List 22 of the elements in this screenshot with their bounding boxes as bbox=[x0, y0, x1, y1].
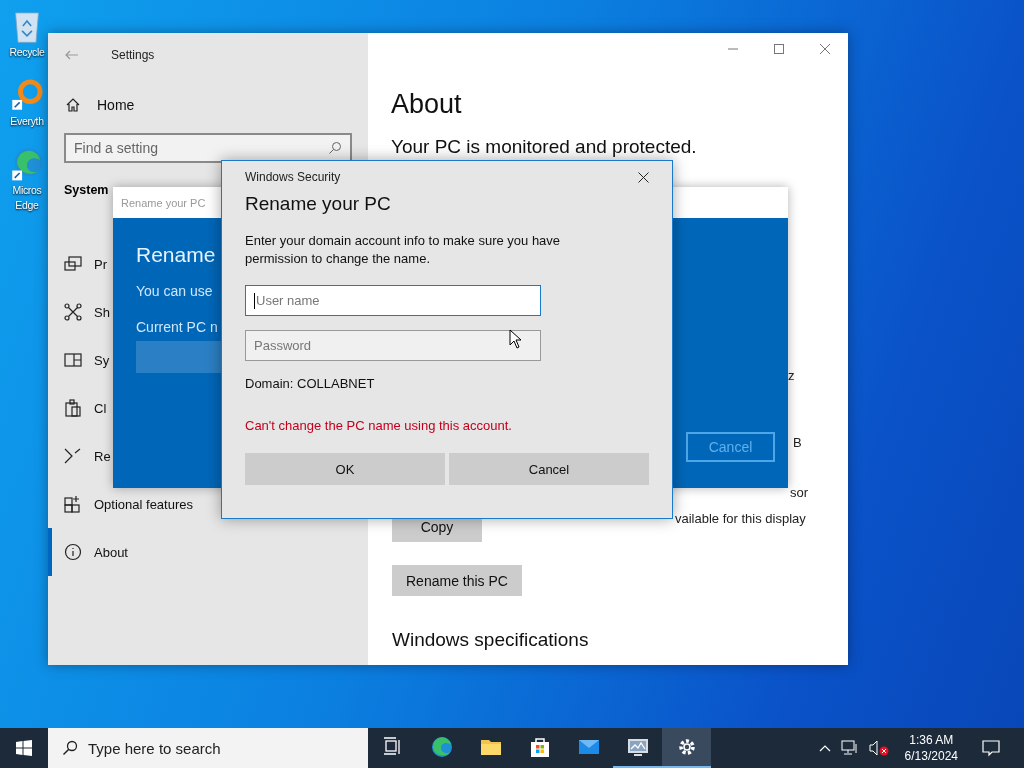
info-text: z bbox=[788, 368, 795, 383]
domain-text: Domain: COLLABNET bbox=[245, 376, 375, 391]
desktop-icon-label: Everyth bbox=[10, 115, 44, 128]
desktop-icon-label: Recycle bbox=[9, 46, 45, 59]
error-message: Can't change the PC name using this account. bbox=[245, 418, 512, 433]
field-label: Current PC n bbox=[136, 319, 218, 335]
section-heading: System bbox=[64, 183, 109, 197]
desktop-icon-label: Edge bbox=[15, 199, 39, 212]
dialog-heading: Rename your PC bbox=[245, 193, 391, 215]
info-text: B bbox=[793, 435, 802, 450]
dialog-heading: Rename bbox=[136, 242, 216, 267]
info-text: vailable for this display bbox=[675, 511, 806, 526]
window-title: Settings bbox=[111, 48, 155, 62]
section-heading: Windows specifications bbox=[392, 629, 589, 651]
description-text: You can use bbox=[136, 283, 213, 299]
instruction-text: Enter your domain account info to make sure you have permission to change the name. bbox=[245, 232, 562, 268]
dialog-title: Windows Security bbox=[245, 170, 341, 184]
page-heading: About bbox=[391, 89, 462, 120]
desktop-icon-label: Micros bbox=[12, 184, 42, 197]
dialog-title: Rename your PC bbox=[121, 196, 206, 209]
status-text: Your PC is monitored and protected. bbox=[391, 136, 697, 158]
info-text: sor bbox=[790, 485, 809, 500]
